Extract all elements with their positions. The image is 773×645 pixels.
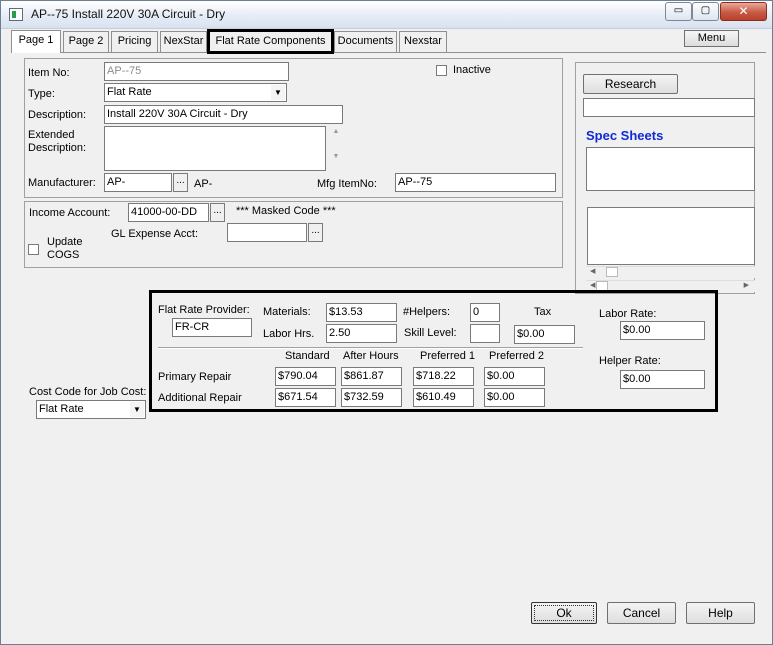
labor-rate-label: Labor Rate: [599, 308, 657, 320]
scroll-down-icon[interactable]: ▼ [330, 153, 342, 160]
masked-code-text: *** Masked Code *** [236, 205, 336, 217]
extended-description-scrollbar[interactable]: ▲ ▼ [330, 128, 342, 172]
spec-sheets-title: Spec Sheets [586, 128, 664, 143]
helper-rate-field[interactable]: $0.00 [620, 370, 705, 389]
spec-sheets-list[interactable] [586, 147, 755, 191]
manufacturer-lookup-button[interactable]: ... [173, 173, 188, 192]
flat-rate-separator [158, 347, 583, 349]
helpers-field[interactable]: 0 [470, 303, 500, 322]
tab-flat-rate-components[interactable]: Flat Rate Components [207, 29, 334, 54]
spec-sheets-hscrollbar[interactable]: ◀ [586, 266, 755, 278]
update-cogs-label-1: Update [47, 236, 83, 248]
scroll-left-icon[interactable]: ◀ [590, 281, 595, 289]
skill-level-label: Skill Level: [404, 327, 457, 339]
minimize-button[interactable]: ▭ [665, 2, 692, 21]
labor-hrs-label: Labor Hrs. [263, 328, 315, 340]
research-button[interactable]: Research [583, 74, 678, 94]
manufacturer-name-text: AP- [194, 178, 213, 190]
helpers-label: #Helpers: [403, 306, 451, 318]
help-button[interactable]: Help [686, 602, 755, 624]
scroll-thumb[interactable] [606, 267, 618, 277]
maximize-button[interactable]: ▢ [692, 2, 719, 21]
tab-page-1[interactable]: Page 1 [11, 30, 61, 53]
tab-pricing[interactable]: Pricing [111, 31, 158, 52]
column-header-after-hours: After Hours [343, 350, 399, 362]
primary-repair-label: Primary Repair [158, 371, 232, 383]
description-field[interactable]: Install 220V 30A Circuit - Dry [104, 105, 343, 124]
chevron-down-icon[interactable]: ▼ [271, 85, 285, 100]
column-header-preferred-1: Preferred 1 [420, 350, 476, 362]
additional-repair-standard[interactable]: $671.54 [275, 388, 336, 407]
tab-documents[interactable]: Documents [334, 31, 397, 52]
tab-baseline [11, 52, 766, 53]
cost-code-label: Cost Code for Job Cost: [29, 386, 147, 398]
gl-expense-label: GL Expense Acct: [111, 228, 199, 240]
scroll-up-icon[interactable]: ▲ [330, 128, 342, 135]
materials-field[interactable]: $13.53 [326, 303, 397, 322]
scroll-right-icon[interactable]: ▶ [744, 281, 749, 289]
tax-label: Tax [534, 306, 552, 318]
mfg-itemno-label: Mfg ItemNo: [317, 178, 377, 190]
additional-repair-label: Additional Repair [158, 392, 242, 404]
column-header-preferred-2: Preferred 2 [489, 350, 545, 362]
additional-repair-preferred-1[interactable]: $610.49 [413, 388, 474, 407]
window: AP--75 Install 220V 30A Circuit - Dry ▭ … [0, 0, 773, 645]
flat-rate-provider-label: Flat Rate Provider: [158, 304, 250, 316]
extended-description-field[interactable] [104, 126, 326, 171]
income-account-field[interactable]: 41000-00-DD [128, 203, 209, 222]
additional-repair-after-hours[interactable]: $732.59 [341, 388, 402, 407]
inactive-label: Inactive [453, 64, 491, 76]
update-cogs-label-2: COGS [47, 249, 80, 261]
tab-nexstar-2[interactable]: Nexstar [399, 31, 447, 52]
app-icon [9, 8, 23, 21]
cancel-button[interactable]: Cancel [607, 602, 676, 624]
type-select-value: Flat Rate [107, 86, 152, 98]
close-button[interactable]: ✕ [720, 2, 767, 21]
type-select[interactable]: Flat Rate ▼ [104, 83, 287, 102]
materials-label: Materials: [263, 306, 311, 318]
cost-code-select[interactable]: Flat Rate ▼ [36, 400, 146, 419]
minimize-icon: ▭ [673, 5, 684, 16]
ok-button[interactable]: Ok [531, 602, 597, 624]
flat-rate-provider-field[interactable]: FR-CR [172, 318, 252, 337]
spec-sheets-preview [587, 207, 755, 265]
skill-level-field[interactable] [470, 324, 500, 343]
manufacturer-field[interactable]: AP- [104, 173, 172, 192]
income-account-lookup-button[interactable]: ... [210, 203, 225, 222]
manufacturer-label: Manufacturer: [28, 177, 96, 189]
labor-rate-field[interactable]: $0.00 [620, 321, 705, 340]
scroll-left-icon[interactable]: ◀ [590, 267, 595, 275]
additional-repair-preferred-2[interactable]: $0.00 [484, 388, 545, 407]
mfg-itemno-field[interactable]: AP--75 [395, 173, 556, 192]
chevron-down-icon[interactable]: ▼ [130, 402, 144, 417]
cost-code-value: Flat Rate [39, 403, 84, 415]
tab-page-2[interactable]: Page 2 [63, 31, 109, 52]
menu-button[interactable]: Menu [684, 30, 739, 47]
update-cogs-checkbox[interactable] [28, 244, 39, 255]
maximize-icon: ▢ [700, 5, 711, 16]
window-title: AP--75 Install 220V 30A Circuit - Dry [31, 7, 226, 21]
close-icon: ✕ [738, 4, 749, 18]
column-header-standard: Standard [285, 350, 330, 362]
extended-description-label-1: Extended [28, 129, 75, 141]
type-label: Type: [28, 88, 55, 100]
gl-expense-field[interactable] [227, 223, 307, 242]
helper-rate-label: Helper Rate: [599, 355, 661, 367]
item-no-label: Item No: [28, 67, 70, 79]
extended-description-label-2: Description: [28, 142, 87, 154]
item-no-field[interactable]: AP--75 [104, 62, 289, 81]
labor-hrs-field[interactable]: 2.50 [326, 324, 397, 343]
primary-repair-standard[interactable]: $790.04 [275, 367, 336, 386]
gl-expense-lookup-button[interactable]: ... [308, 223, 323, 242]
tax-field[interactable]: $0.00 [514, 325, 575, 344]
description-label: Description: [28, 109, 87, 121]
primary-repair-preferred-2[interactable]: $0.00 [484, 367, 545, 386]
primary-repair-preferred-1[interactable]: $718.22 [413, 367, 474, 386]
inactive-checkbox[interactable] [436, 65, 447, 76]
title-bar: AP--75 Install 220V 30A Circuit - Dry ▭ … [1, 1, 772, 29]
income-account-label: Income Account: [29, 207, 111, 219]
tab-nexstar[interactable]: NexStar [160, 31, 207, 52]
research-field[interactable] [583, 98, 755, 117]
primary-repair-after-hours[interactable]: $861.87 [341, 367, 402, 386]
